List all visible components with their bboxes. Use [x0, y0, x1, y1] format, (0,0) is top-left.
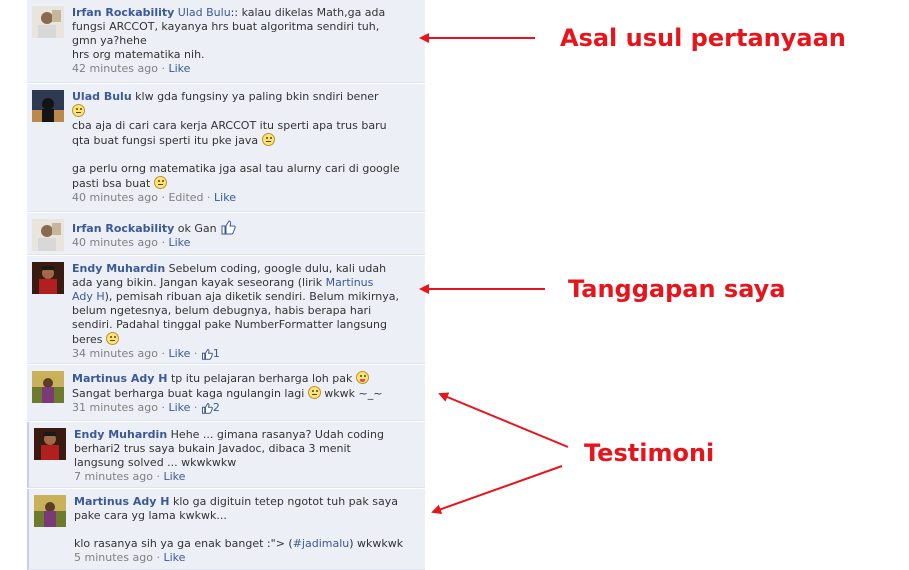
annotation-origin: Asal usul pertanyaan — [560, 24, 846, 52]
annotation-testimony: Testimoni — [584, 439, 715, 467]
arrow-testimony-2 — [431, 465, 563, 515]
annotation-response: Tanggapan saya — [568, 275, 786, 303]
arrow-testimony-1 — [438, 392, 569, 448]
